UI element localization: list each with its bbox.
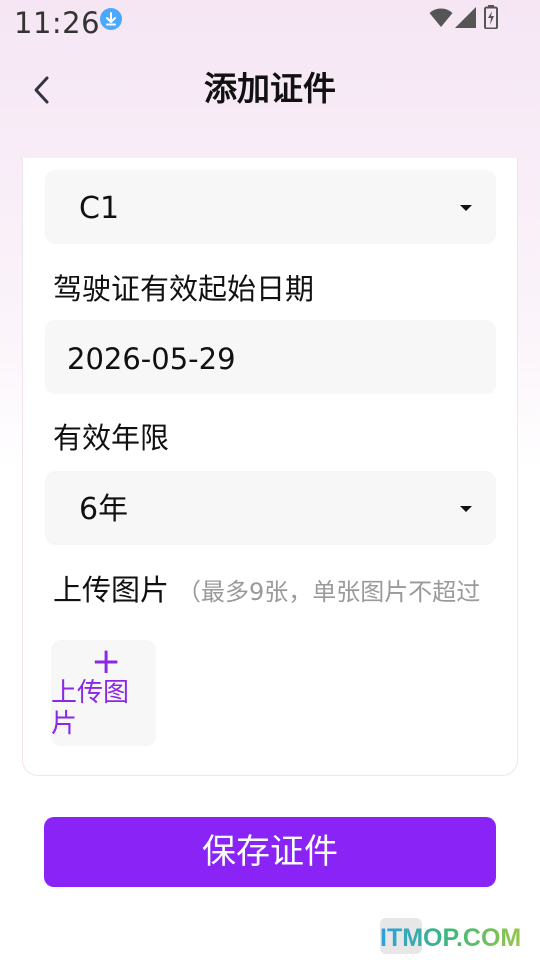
validity-select[interactable]: 6年 (45, 471, 496, 545)
start-date-label: 驾驶证有效起始日期 (53, 272, 315, 306)
wifi-icon (429, 8, 453, 27)
upload-label-row: 上传图片 （最多9张，单张图片不超过 (53, 570, 519, 614)
license-class-value: C1 (79, 191, 120, 226)
plus-icon: + (91, 641, 122, 682)
upload-image-button[interactable]: + 上传图片 (51, 640, 156, 746)
status-time: 11:26 (14, 6, 101, 40)
validity-value: 6年 (79, 492, 129, 527)
upload-label: 上传图片 (53, 573, 170, 607)
upload-hint: （最多9张，单张图片不超过 (177, 578, 481, 606)
download-icon (100, 8, 122, 30)
page-title: 添加证件 (204, 69, 336, 108)
dropdown-caret-icon (460, 506, 472, 512)
dropdown-caret-icon (460, 205, 472, 211)
battery-icon (484, 5, 498, 29)
validity-label: 有效年限 (53, 421, 170, 455)
save-button[interactable]: 保存证件 (44, 817, 496, 887)
license-class-select[interactable]: C1 (45, 170, 496, 244)
signal-icon (455, 7, 476, 28)
start-date-field[interactable]: 2026-05-29 (45, 320, 496, 394)
watermark-text: ITMOP.COM (380, 924, 522, 952)
upload-image-label: 上传图片 (51, 678, 130, 739)
form-card: C1 驾驶证有效起始日期 2026-05-29 有效年限 6年 上传图片 （最多9… (22, 158, 518, 776)
status-bar: 11:26 (0, 0, 540, 44)
start-date-value: 2026-05-29 (67, 342, 236, 376)
watermark: ITMOP.COM (380, 918, 540, 958)
